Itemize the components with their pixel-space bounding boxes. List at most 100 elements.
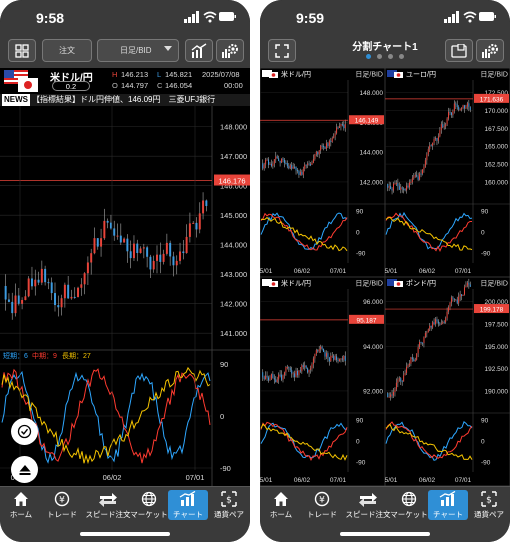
- chart-settings-button[interactable]: [216, 39, 244, 62]
- panel-candle-body: [318, 150, 320, 155]
- panel-candle-body: [404, 188, 406, 191]
- main-candle-body: [109, 222, 112, 229]
- panel-candle-body: [466, 282, 468, 286]
- panel-candle-body: [285, 367, 287, 373]
- panel-candle-body: [453, 298, 455, 300]
- panel-candle-body: [299, 171, 301, 175]
- panel-candle-body: [452, 111, 454, 115]
- panel-pair-label: ユーロ/円: [406, 71, 436, 79]
- panel-candle-body: [341, 358, 343, 360]
- indicator-button[interactable]: [185, 39, 213, 62]
- panel-candle-body: [278, 158, 280, 162]
- nav-chart[interactable]: チャート: [168, 490, 208, 520]
- panel-candle-body: [437, 136, 439, 141]
- news-ticker[interactable]: NEWS 【指標結果】ドル円伸値、146.09円 三菱UFJ銀行: [0, 94, 250, 106]
- panel-candle-body: [429, 325, 431, 330]
- panel-candle-body: [440, 323, 442, 325]
- main-candle-body: [202, 200, 205, 214]
- nav-market[interactable]: マーケット: [390, 490, 428, 520]
- split-chart-panel-4[interactable]: ポンド/円 日足/BID200.000197.500195.000192.5001…: [385, 277, 510, 486]
- panel-candle-body: [408, 363, 410, 366]
- svg-text:$: $: [486, 496, 492, 506]
- panel-candle-body: [462, 294, 464, 296]
- panel-candle-body: [340, 124, 342, 127]
- panel-candle-body: [453, 103, 455, 112]
- panel-candle-body: [272, 374, 274, 378]
- main-candle-body: [159, 254, 162, 262]
- panel-candle-body: [394, 389, 396, 392]
- main-candle-body: [30, 278, 33, 287]
- panel-candle-body: [423, 166, 425, 170]
- nav-chart[interactable]: チャート: [428, 490, 468, 520]
- panel-candle-body: [304, 164, 306, 170]
- chart-settings-button[interactable]: [476, 39, 504, 62]
- period-select[interactable]: 日足/BID: [97, 39, 179, 62]
- main-candle-body: [77, 287, 80, 298]
- split-chart-panel-3[interactable]: 米ドル/円 日足/BID 96.000 94.000 92.000 95.187 90 0 -9…: [260, 277, 385, 486]
- nav-market[interactable]: マーケット: [130, 490, 168, 520]
- eject-floating-button[interactable]: [11, 456, 38, 483]
- nav-speed-order[interactable]: スピード注文: [346, 490, 391, 520]
- panel-candle-body: [397, 183, 399, 187]
- main-candle-body: [123, 238, 126, 243]
- panel-candle-body: [459, 294, 461, 297]
- page-dot-1: [366, 54, 371, 59]
- panel-candle-body: [424, 160, 426, 167]
- panel-candle-body: [468, 103, 470, 107]
- phone-right-screen: 9:59 分割チャート1 米ドル/円日足/BID148.000146.00014…: [260, 0, 510, 542]
- layout-switch-button[interactable]: [445, 39, 473, 62]
- nav-currency-pair[interactable]: $ 通貨ペア: [210, 490, 248, 520]
- panel-candle-body: [443, 321, 445, 323]
- panel-osc-axis-label: 0: [481, 439, 485, 446]
- main-candle-body: [54, 293, 56, 306]
- panel-candle-body: [404, 372, 406, 376]
- panel-osc-axis-label: 90: [356, 209, 364, 216]
- osc-legend-mid: 中期：9: [32, 351, 57, 360]
- panel-candle-body: [286, 163, 288, 167]
- panel-candle-body: [301, 365, 303, 372]
- bottom-nav: ホーム ¥ トレード スピード注文 マーケット チャート $ 通貨ペア: [260, 486, 510, 542]
- nav-chart-label: チャート: [433, 510, 463, 519]
- nav-home[interactable]: ホーム: [2, 490, 40, 520]
- trade-coin-icon: ¥: [54, 491, 70, 507]
- nav-trade[interactable]: ¥ トレード: [43, 490, 81, 520]
- panel-candle-body: [324, 351, 326, 357]
- news-badge: NEWS: [2, 94, 30, 106]
- home-icon: [274, 492, 288, 506]
- nav-home[interactable]: ホーム: [262, 490, 300, 520]
- speed-order-icon: [359, 493, 377, 507]
- panel-candle-body: [459, 109, 461, 111]
- main-candle-body: [103, 220, 106, 239]
- panel-period-label: 日足/BID: [480, 280, 508, 288]
- panel-osc-axis-label: 90: [481, 209, 489, 216]
- split-chart-panel-2[interactable]: ユーロ/円 日足/BID172.500170.000167.500165.0001…: [385, 68, 510, 277]
- main-candle-body: [34, 279, 37, 287]
- panel-candle-body: [289, 164, 291, 169]
- panel-candle-body: [285, 162, 287, 164]
- current-price-label: 146.176: [218, 177, 245, 186]
- panel-candle-body: [450, 112, 452, 115]
- grid-layout-button[interactable]: [8, 39, 36, 62]
- panel-candle-body: [281, 374, 283, 380]
- panel-date-axis-label: 5/01: [385, 477, 398, 484]
- main-candle-body: [119, 235, 122, 243]
- panel-date-axis-label: 5/01: [260, 268, 273, 275]
- main-candle-body: [40, 268, 43, 283]
- osc-legend-long: 長期：27: [62, 352, 91, 360]
- panel-candle-body: [273, 159, 275, 164]
- order-button[interactable]: 注文: [42, 39, 92, 62]
- nav-currency-pair[interactable]: $ 通貨ペア: [470, 490, 508, 520]
- svg-text:¥: ¥: [59, 495, 65, 505]
- nav-speed-order[interactable]: スピード注文: [86, 490, 131, 520]
- check-floating-button[interactable]: [11, 418, 38, 445]
- main-candle-body: [60, 298, 63, 308]
- panel-candle-body: [315, 151, 317, 155]
- svg-text:¥: ¥: [319, 495, 325, 505]
- panel-candle-body: [416, 174, 418, 177]
- split-chart-panel-1[interactable]: 米ドル/円日足/BID148.000146.000144.000142.0001…: [260, 68, 385, 277]
- page-indicator[interactable]: [366, 54, 404, 60]
- ohlc-o-label: O: [112, 81, 118, 90]
- nav-trade[interactable]: ¥ トレード: [303, 490, 341, 520]
- panel-candle-body: [448, 111, 450, 119]
- panel-candle-body: [458, 107, 460, 110]
